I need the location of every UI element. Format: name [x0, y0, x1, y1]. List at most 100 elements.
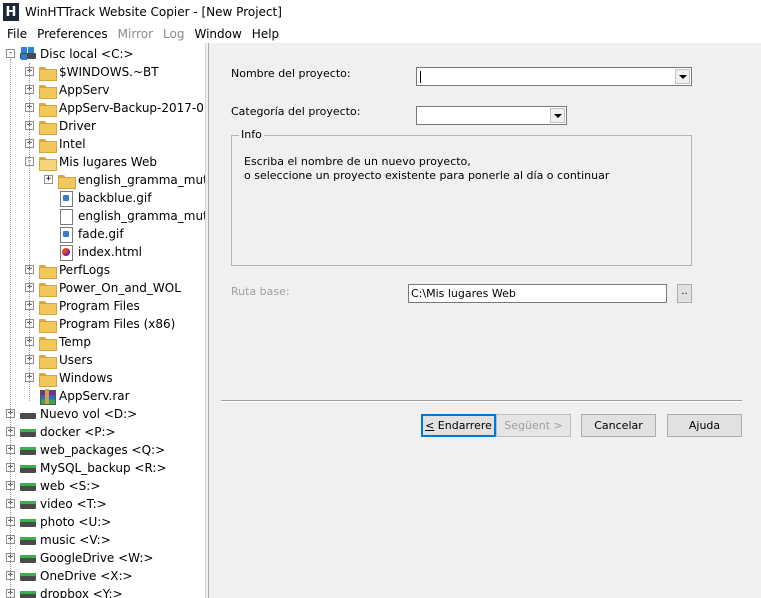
tree-item-disc-c[interactable]: Disc local <C:> [20, 45, 134, 63]
menu-bar: File Preferences Mirror Log Window Help [0, 24, 761, 43]
tree-item-label: Program Files [59, 299, 140, 313]
tree-item-label: $WINDOWS.~BT [59, 65, 159, 79]
tree-item-onedrive-x[interactable]: OneDrive <X:> [20, 567, 133, 585]
tree-item-label: Disc local <C:> [40, 47, 134, 61]
text-caret [420, 71, 421, 83]
browse-button[interactable]: .. [677, 284, 692, 303]
tree-item-english-gramma-mut-w[interactable]: english_gramma_mut.w [58, 207, 205, 225]
tree-item-fade-gif[interactable]: fade.gif [58, 225, 124, 243]
tree-item-web-s[interactable]: web <S:> [20, 477, 100, 495]
tree-item-music-v[interactable]: music <V:> [20, 531, 111, 549]
tree-item-video-t[interactable]: video <T:> [20, 495, 107, 513]
drive-icon [20, 461, 36, 475]
tree-item-photo-u[interactable]: photo <U:> [20, 513, 111, 531]
folder-icon [39, 83, 57, 99]
folder-icon [58, 173, 76, 189]
chevron-down-icon[interactable] [675, 69, 690, 84]
drive-icon [20, 479, 36, 493]
tree-item-appserv-rar[interactable]: AppServ.rar [39, 387, 130, 405]
tree-item-intel[interactable]: Intel [39, 135, 86, 153]
help-button[interactable]: Ajuda [667, 414, 742, 437]
tree-item-temp[interactable]: Temp [39, 333, 91, 351]
base-path-input[interactable]: C:\Mis lugares Web [408, 284, 667, 303]
image-file-icon [58, 227, 74, 243]
tree-item-program-files[interactable]: Program Files [39, 297, 140, 315]
folder-icon [39, 317, 57, 333]
tree-item-web-packages-q[interactable]: web_packages <Q:> [20, 441, 165, 459]
tree-item-label: Windows [59, 371, 113, 385]
tree-item-label: Nuevo vol <D:> [40, 407, 138, 421]
tree-item-label: index.html [78, 245, 142, 259]
folder-icon [39, 371, 57, 387]
category-label: Categoría del proyecto: [231, 105, 361, 118]
collapse-icon[interactable]: - [6, 49, 15, 58]
tree-item-windows-bt[interactable]: $WINDOWS.~BT [39, 63, 159, 81]
tree-item-label: Power_On_and_WOL [59, 281, 181, 295]
tree-item-backblue-gif[interactable]: backblue.gif [58, 189, 151, 207]
tree-item-mysql-backup-r[interactable]: MySQL_backup <R:> [20, 459, 167, 477]
tree-item-label: dropbox <Y:> [40, 587, 123, 598]
tree-item-label: Program Files (x86) [59, 317, 176, 331]
cancel-button[interactable]: Cancelar [581, 414, 656, 437]
tree-item-index-html[interactable]: index.html [58, 243, 142, 261]
tree-item-appserv[interactable]: AppServ [39, 81, 109, 99]
back-button-label: Endarrere [434, 419, 492, 432]
tree-item-googledrive-w[interactable]: GoogleDrive <W:> [20, 549, 153, 567]
expand-icon[interactable]: + [44, 175, 53, 184]
info-line-2: o seleccione un proyecto existente para … [244, 169, 610, 182]
title-bar: H WinHTTrack Website Copier - [New Proje… [0, 0, 761, 24]
tree-item-docker-p[interactable]: docker <P:> [20, 423, 116, 441]
tree-item-label: english_gramma_mut [78, 173, 205, 187]
project-name-combo[interactable] [416, 67, 692, 86]
menu-file[interactable]: File [0, 25, 32, 43]
tree-item-nuevo-vol-d[interactable]: Nuevo vol <D:> [20, 405, 137, 423]
back-button[interactable]: < Endarrere [421, 414, 496, 437]
tree-item-perflogs[interactable]: PerfLogs [39, 261, 110, 279]
drive-icon [20, 533, 36, 547]
tree-item-label: OneDrive <X:> [40, 569, 133, 583]
tree-item-label: video <T:> [40, 497, 107, 511]
menu-mirror[interactable]: Mirror [113, 25, 158, 43]
tree-item-driver[interactable]: Driver [39, 117, 96, 135]
tree-item-english-gramma-mut[interactable]: english_gramma_mut [58, 171, 205, 189]
folder-tree[interactable]: - Disc local <C:> + $WINDOWS.~BT + AppServ + Ap… [0, 43, 205, 598]
tree-item-label: Driver [59, 119, 96, 133]
next-button[interactable]: Següent > [496, 414, 571, 437]
menu-window[interactable]: Window [189, 25, 246, 43]
tree-item-label: fade.gif [78, 227, 124, 241]
tree-item-mis-lugares-web[interactable]: Mis lugares Web [39, 153, 157, 171]
folder-icon [39, 299, 57, 315]
category-combo[interactable] [416, 106, 567, 125]
tree-item-users[interactable]: Users [39, 351, 93, 369]
tree-item-power-on-and-wol[interactable]: Power_On_and_WOL [39, 279, 181, 297]
window-title: WinHTTrack Website Copier - [New Project… [25, 5, 282, 19]
chevron-down-icon[interactable] [550, 108, 565, 123]
tree-item-label: Intel [59, 137, 86, 151]
drive-icon [20, 497, 36, 511]
file-icon [58, 209, 74, 225]
tree-item-windows[interactable]: Windows [39, 369, 113, 387]
tree-item-label: photo <U:> [40, 515, 112, 529]
folder-icon [39, 263, 57, 279]
separator [221, 400, 742, 402]
tree-item-appserv-backup-2017-01-2[interactable]: AppServ-Backup-2017-01-2 [39, 99, 205, 117]
drive-icon [20, 425, 36, 439]
tree-item-dropbox-y[interactable]: dropbox <Y:> [20, 585, 123, 598]
folder-icon [39, 335, 57, 351]
tree-item-label: PerfLogs [59, 263, 111, 277]
menu-log[interactable]: Log [158, 25, 189, 43]
folder-icon [39, 101, 57, 117]
tree-item-label: Temp [59, 335, 91, 349]
folder-open-icon [39, 155, 57, 171]
image-file-icon [58, 191, 74, 207]
drive-icon [20, 443, 36, 457]
drive-icon [20, 407, 36, 421]
info-groupbox: Info Escriba el nombre de un nuevo proye… [231, 128, 692, 266]
tree-item-program-files-x86[interactable]: Program Files (x86) [39, 315, 175, 333]
tree-item-label: AppServ.rar [59, 389, 130, 403]
menu-help[interactable]: Help [247, 25, 284, 43]
tree-item-label: AppServ-Backup-2017-01-2 [59, 101, 205, 115]
menu-preferences[interactable]: Preferences [32, 25, 113, 43]
folder-icon [39, 353, 57, 369]
tree-connector [10, 59, 11, 598]
